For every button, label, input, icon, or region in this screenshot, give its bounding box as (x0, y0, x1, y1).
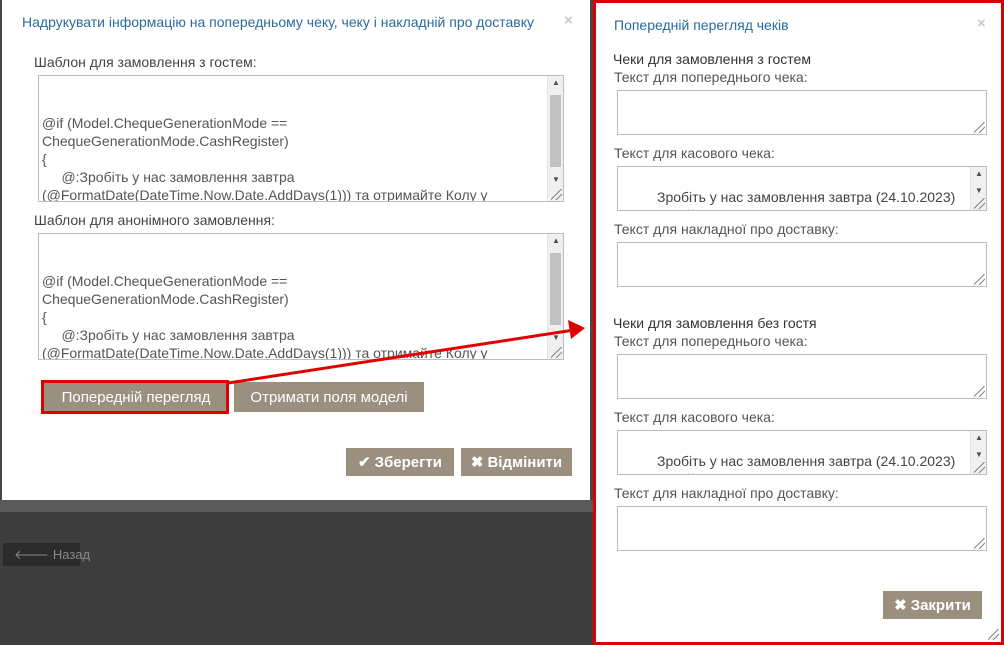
guest-precheck-field[interactable] (617, 90, 987, 135)
scroll-down-icon[interactable]: ▼ (548, 173, 563, 187)
resize-grip-icon[interactable] (974, 122, 985, 133)
get-model-fields-button[interactable]: Отримати поля моделі (234, 382, 424, 412)
resize-grip-icon[interactable] (551, 347, 562, 358)
resize-grip-icon[interactable] (974, 386, 985, 397)
scrollbar[interactable]: ▲ ▼ (547, 234, 563, 359)
resize-grip-icon[interactable] (974, 274, 985, 285)
scroll-up-icon[interactable]: ▲ (971, 167, 986, 181)
resize-grip-icon[interactable] (974, 198, 985, 209)
template-dialog: Надрукувати інформацію на попередньому ч… (2, 0, 590, 500)
anon-cash-text: Зробіть у нас замовлення завтра (24.10.2… (622, 453, 956, 474)
resize-grip-icon[interactable] (974, 462, 985, 473)
guest-template-textarea[interactable]: @if (Model.ChequeGenerationMode == Chequ… (38, 75, 564, 202)
scroll-down-icon[interactable]: ▼ (971, 448, 986, 462)
x-icon: ✖ (894, 597, 907, 614)
dialog-title: Надрукувати інформацію на попередньому ч… (22, 14, 535, 30)
save-button-label: Зберегти (374, 453, 442, 471)
anon-delivery-field[interactable] (617, 506, 987, 551)
resize-grip-icon[interactable] (974, 538, 985, 549)
preview-dialog: Попередній перегляд чеків × Чеки для зам… (593, 0, 1004, 645)
close-preview-label: Закрити (910, 596, 971, 614)
anon-section-heading: Чеки для замовлення без гостя (613, 315, 817, 331)
back-button-label: Назад (52, 547, 91, 562)
cancel-button[interactable]: ✖ Відмінити (461, 448, 572, 476)
scroll-up-icon[interactable]: ▲ (971, 431, 986, 445)
highlight-box (41, 380, 229, 414)
resize-grip-icon[interactable] (988, 629, 999, 640)
backdrop-strip (0, 500, 600, 512)
guest-delivery-label: Текст для накладної про доставку: (614, 221, 839, 237)
anon-template-label: Шаблон для анонімного замовлення: (34, 212, 275, 228)
anon-delivery-label: Текст для накладної про доставку: (614, 485, 839, 501)
back-button[interactable]: 🡐 Назад (3, 543, 90, 566)
guest-delivery-field[interactable] (617, 242, 987, 287)
scroll-up-icon[interactable]: ▲ (548, 76, 563, 90)
scrollbar[interactable]: ▲ ▼ (547, 76, 563, 201)
scroll-thumb[interactable] (550, 95, 561, 167)
save-button[interactable]: ✔ Зберегти (346, 448, 454, 476)
anon-template-textarea[interactable]: @if (Model.ChequeGenerationMode == Chequ… (38, 233, 564, 360)
scroll-thumb[interactable] (550, 253, 561, 325)
close-preview-button[interactable]: ✖ Закрити (883, 591, 982, 619)
guest-template-text: @if (Model.ChequeGenerationMode == Chequ… (42, 115, 488, 202)
preview-dialog-title: Попередній перегляд чеків (614, 17, 789, 33)
resize-grip-icon[interactable] (551, 189, 562, 200)
guest-cash-label: Текст для касового чека: (614, 145, 775, 161)
anon-template-text: @if (Model.ChequeGenerationMode == Chequ… (42, 273, 488, 360)
check-icon: ✔ (358, 454, 371, 471)
scroll-up-icon[interactable]: ▲ (548, 234, 563, 248)
arrow-left-icon: 🡐 (14, 546, 49, 562)
anon-precheck-field[interactable] (617, 354, 987, 399)
guest-cash-text: Зробіть у нас замовлення завтра (24.10.2… (622, 189, 956, 210)
anon-cash-field[interactable]: Зробіть у нас замовлення завтра (24.10.2… (617, 430, 987, 475)
scroll-down-icon[interactable]: ▼ (971, 184, 986, 198)
x-icon: ✖ (470, 454, 484, 471)
guest-template-label: Шаблон для замовлення з гостем: (34, 54, 257, 70)
scroll-down-icon[interactable]: ▼ (548, 331, 563, 345)
cancel-button-label: Відмінити (487, 453, 563, 471)
close-icon[interactable]: × (564, 12, 573, 29)
guest-section-heading: Чеки для замовлення з гостем (613, 51, 811, 67)
anon-precheck-label: Текст для попереднього чека: (614, 333, 808, 349)
close-icon[interactable]: × (977, 15, 986, 32)
guest-precheck-label: Текст для попереднього чека: (614, 69, 808, 85)
guest-cash-field[interactable]: Зробіть у нас замовлення завтра (24.10.2… (617, 166, 987, 211)
anon-cash-label: Текст для касового чека: (614, 409, 775, 425)
